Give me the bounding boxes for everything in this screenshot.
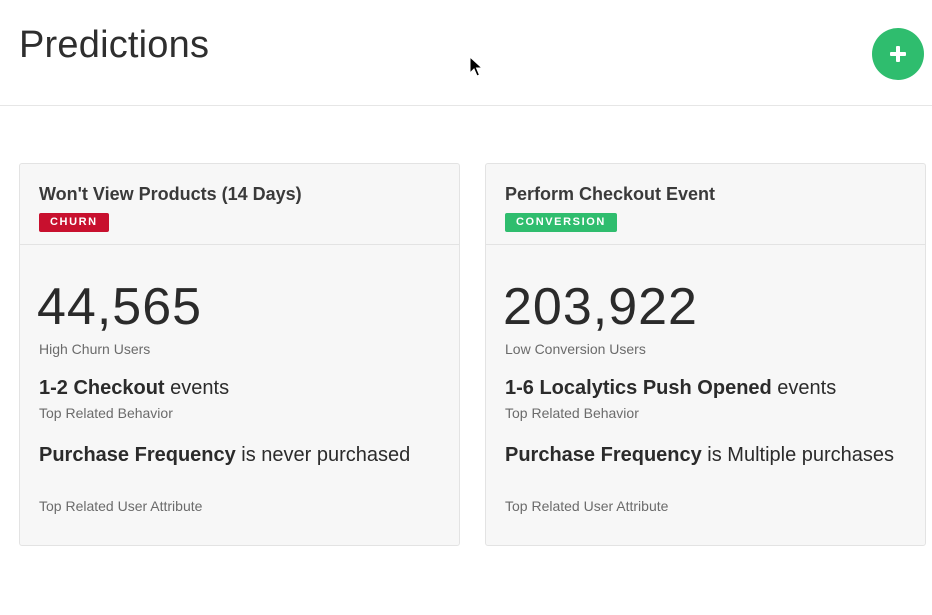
user-count-label: Low Conversion Users: [505, 341, 646, 357]
user-count: 203,922: [503, 278, 698, 336]
add-prediction-button[interactable]: [872, 28, 924, 80]
card-title[interactable]: Perform Checkout Event: [505, 184, 715, 205]
top-attribute-label: Top Related User Attribute: [39, 498, 203, 514]
top-attribute: Purchase Frequency is Multiple purchases: [505, 441, 905, 469]
top-behavior-suffix: events: [771, 377, 837, 399]
top-behavior-suffix: events: [164, 377, 230, 399]
prediction-card-conversion[interactable]: Perform Checkout Event CONVERSION 203,92…: [485, 163, 926, 546]
user-count: 44,565: [37, 278, 203, 336]
top-behavior-value: 1-6 Localytics Push Opened: [505, 377, 772, 399]
page-header: Predictions: [0, 0, 932, 106]
top-attribute: Purchase Frequency is never purchased: [39, 441, 439, 469]
top-behavior-label: Top Related Behavior: [39, 405, 173, 421]
prediction-card-churn[interactable]: Won't View Products (14 Days) CHURN 44,5…: [19, 163, 460, 546]
top-attribute-suffix: is Multiple purchases: [701, 444, 895, 466]
top-behavior-label: Top Related Behavior: [505, 405, 639, 421]
page-title: Predictions: [19, 24, 210, 66]
top-attribute-value: Purchase Frequency: [505, 444, 702, 466]
card-header: Perform Checkout Event CONVERSION: [486, 164, 925, 245]
top-attribute-suffix: is never purchased: [235, 444, 411, 466]
predictions-page: Predictions Won't View Products (14 Days…: [0, 0, 932, 615]
plus-icon: [890, 46, 906, 62]
churn-badge: CHURN: [39, 213, 109, 232]
top-behavior: 1-6 Localytics Push Opened events: [505, 377, 836, 400]
top-attribute-value: Purchase Frequency: [39, 444, 236, 466]
top-attribute-label: Top Related User Attribute: [505, 498, 669, 514]
top-behavior-value: 1-2 Checkout: [39, 377, 165, 399]
mouse-cursor-icon: [469, 56, 483, 77]
conversion-badge: CONVERSION: [505, 213, 617, 232]
top-behavior: 1-2 Checkout events: [39, 377, 229, 400]
card-title[interactable]: Won't View Products (14 Days): [39, 184, 302, 205]
card-header: Won't View Products (14 Days) CHURN: [20, 164, 459, 245]
user-count-label: High Churn Users: [39, 341, 151, 357]
